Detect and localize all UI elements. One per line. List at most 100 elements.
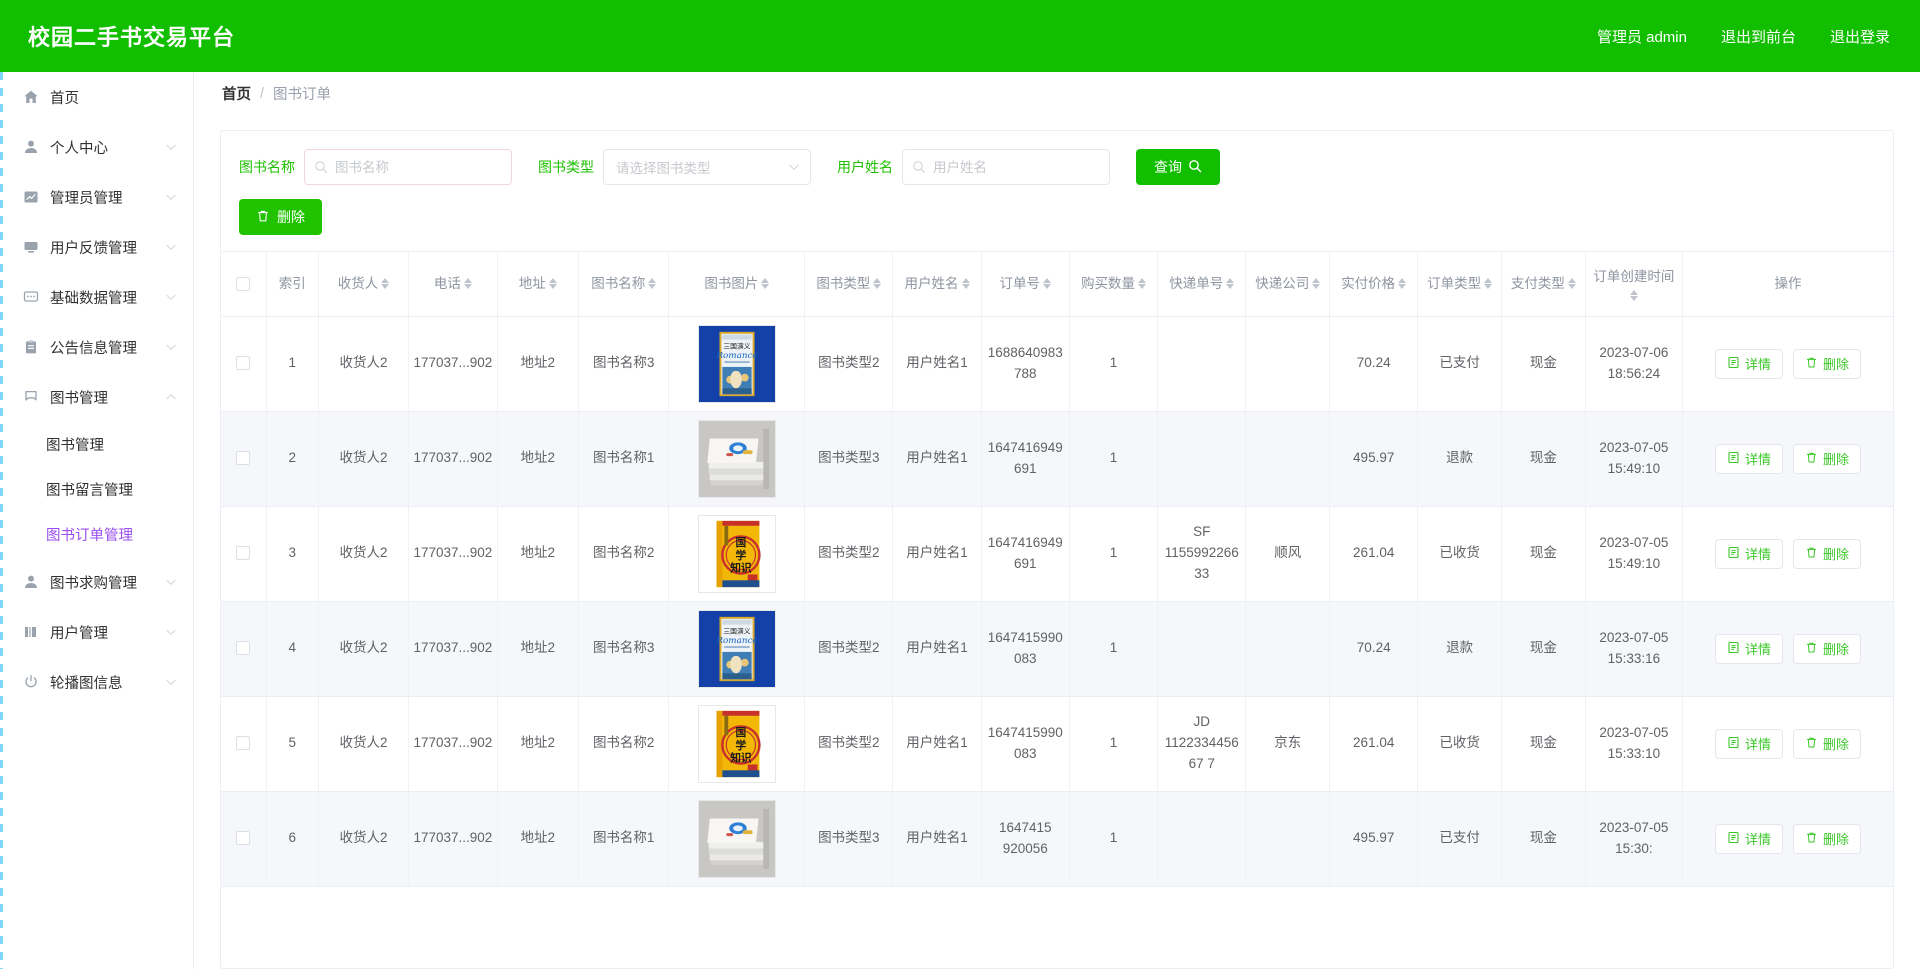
th-price[interactable]: 实付价格: [1329, 252, 1419, 317]
orders-table-scroll[interactable]: 索引 收货人 电话 地址 图书名称 图书图片 图书类型 用户姓名 订单号 购买数…: [221, 251, 1893, 968]
book-cover-image[interactable]: [697, 704, 776, 783]
sidebar-item-user-management[interactable]: 用户管理: [0, 607, 193, 657]
sort-icon[interactable]: [548, 277, 557, 289]
chevron-down-icon[interactable]: [165, 241, 177, 253]
cell-created-at: 2023-07-05 15:49:10: [1585, 411, 1684, 507]
sort-icon[interactable]: [1138, 277, 1147, 289]
exit-to-front-link[interactable]: 退出到前台: [1721, 26, 1796, 47]
message-icon: [22, 289, 39, 306]
sort-icon[interactable]: [648, 277, 657, 289]
admin-user-link[interactable]: 管理员 admin: [1597, 26, 1687, 47]
row-detail-button[interactable]: 详情: [1714, 633, 1783, 664]
sort-icon[interactable]: [873, 277, 882, 289]
sidebar-item-book-management[interactable]: 图书管理: [0, 372, 193, 422]
sidebar-subitem-book-order[interactable]: 图书订单管理: [0, 512, 193, 557]
logout-link[interactable]: 退出登录: [1830, 26, 1890, 47]
th-phone[interactable]: 电话: [408, 252, 498, 317]
row-checkbox[interactable]: [236, 736, 251, 751]
th-label-index: 索引: [278, 275, 306, 291]
th-created-at[interactable]: 订单创建时间: [1585, 252, 1684, 317]
sort-icon[interactable]: [1312, 277, 1321, 289]
row-detail-button[interactable]: 详情: [1714, 348, 1783, 379]
select-all-checkbox[interactable]: [236, 277, 251, 292]
cell-created-at: 2023-07-05 15:49:10: [1585, 506, 1684, 602]
th-address[interactable]: 地址: [497, 252, 579, 317]
sidebar-item-user-feedback[interactable]: 用户反馈管理: [0, 222, 193, 272]
row-checkbox[interactable]: [236, 451, 251, 466]
sort-icon[interactable]: [761, 277, 770, 289]
book-cover-image[interactable]: [697, 609, 776, 688]
cell-tracking-no: [1157, 601, 1247, 697]
th-courier[interactable]: 快递公司: [1245, 252, 1331, 317]
search-button-label: 查询: [1154, 159, 1182, 175]
sort-icon[interactable]: [463, 277, 472, 289]
sidebar-item-basic-data[interactable]: 基础数据管理: [0, 272, 193, 322]
row-delete-button[interactable]: 删除: [1793, 348, 1862, 379]
sidebar-item-personal-center[interactable]: 个人中心: [0, 122, 193, 172]
chevron-down-icon[interactable]: [788, 161, 800, 173]
sort-icon[interactable]: [1043, 277, 1052, 289]
th-user-name[interactable]: 用户姓名: [892, 252, 982, 317]
th-order-status[interactable]: 订单类型: [1417, 252, 1503, 317]
chevron-down-icon[interactable]: [165, 576, 177, 588]
th-quantity[interactable]: 购买数量: [1069, 252, 1159, 317]
chevron-down-icon[interactable]: [165, 291, 177, 303]
breadcrumb-home[interactable]: 首页: [222, 83, 251, 104]
sort-icon[interactable]: [1484, 277, 1493, 289]
sort-icon[interactable]: [1567, 277, 1576, 289]
row-detail-button[interactable]: 详情: [1714, 728, 1783, 759]
sort-icon[interactable]: [961, 277, 970, 289]
row-delete-button[interactable]: 删除: [1793, 443, 1862, 474]
book-type-select[interactable]: 请选择图书类型: [603, 149, 811, 185]
th-book-image[interactable]: 图书图片: [668, 252, 806, 317]
sort-icon[interactable]: [381, 277, 390, 289]
row-checkbox[interactable]: [236, 546, 251, 561]
th-receiver[interactable]: 收货人: [318, 252, 410, 317]
sidebar-item-book-purchase[interactable]: 图书求购管理: [0, 557, 193, 607]
chevron-up-icon[interactable]: [165, 391, 177, 403]
cell-book-type: 图书类型2: [804, 696, 894, 792]
th-pay-type[interactable]: 支付类型: [1501, 252, 1586, 317]
row-checkbox[interactable]: [236, 831, 251, 846]
sidebar-item-home[interactable]: 首页: [0, 72, 193, 122]
row-detail-button[interactable]: 详情: [1714, 443, 1783, 474]
sort-icon[interactable]: [1226, 277, 1235, 289]
book-name-input[interactable]: [304, 149, 512, 185]
chevron-down-icon[interactable]: [165, 341, 177, 353]
th-tracking-no[interactable]: 快递单号: [1157, 252, 1247, 317]
row-checkbox[interactable]: [236, 641, 251, 656]
chevron-down-icon[interactable]: [165, 141, 177, 153]
row-delete-button[interactable]: 删除: [1793, 728, 1862, 759]
th-order-no[interactable]: 订单号: [981, 252, 1070, 317]
row-delete-button[interactable]: 删除: [1793, 538, 1862, 569]
row-detail-button[interactable]: 详情: [1714, 538, 1783, 569]
bulk-delete-button[interactable]: 删除: [239, 199, 322, 235]
sort-icon[interactable]: [1398, 277, 1407, 289]
book-cover-image[interactable]: [697, 419, 776, 498]
sidebar-subitem-book-comment[interactable]: 图书留言管理: [0, 467, 193, 512]
book-cover-image[interactable]: [697, 324, 776, 403]
row-delete-button[interactable]: 删除: [1793, 633, 1862, 664]
chevron-down-icon[interactable]: [165, 676, 177, 688]
cell-book-image: [668, 696, 806, 792]
cell-quantity: 1: [1069, 601, 1159, 697]
sort-icon[interactable]: [1629, 289, 1638, 301]
user-name-input[interactable]: [902, 149, 1110, 185]
sidebar-subitem-book-management[interactable]: 图书管理: [0, 422, 193, 467]
sidebar-item-announcement[interactable]: 公告信息管理: [0, 322, 193, 372]
sidebar-label-carousel: 轮播图信息: [50, 675, 123, 692]
sidebar-item-carousel[interactable]: 轮播图信息: [0, 657, 193, 707]
row-detail-button[interactable]: 详情: [1714, 823, 1783, 854]
cell-ops: 详情 删除: [1682, 506, 1893, 602]
row-checkbox[interactable]: [236, 356, 251, 371]
book-cover-image[interactable]: [697, 514, 776, 593]
chevron-down-icon[interactable]: [165, 191, 177, 203]
th-book-type[interactable]: 图书类型: [804, 252, 894, 317]
row-delete-button[interactable]: 删除: [1793, 823, 1862, 854]
search-button[interactable]: 查询: [1136, 149, 1220, 185]
th-book-name[interactable]: 图书名称: [578, 252, 670, 317]
book-cover-image[interactable]: [697, 799, 776, 878]
sidebar-item-admin-management[interactable]: 管理员管理: [0, 172, 193, 222]
chevron-down-icon[interactable]: [165, 626, 177, 638]
th-label-quantity: 购买数量: [1081, 275, 1136, 291]
